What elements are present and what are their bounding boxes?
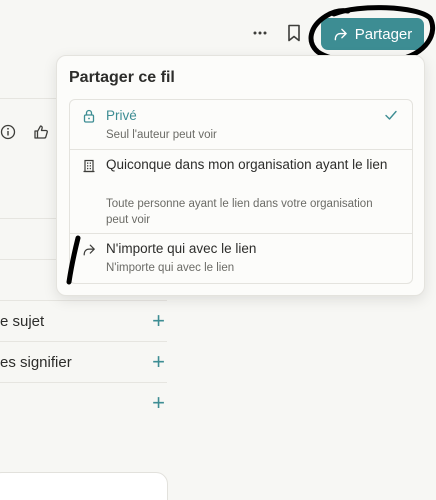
share-arrow-icon <box>334 28 347 40</box>
option-organization[interactable]: Quiconque dans mon organisation ayant le… <box>70 149 412 234</box>
divider <box>0 259 56 260</box>
bookmark-icon <box>288 24 300 42</box>
building-icon <box>83 159 95 173</box>
input-card[interactable] <box>0 472 168 500</box>
option-label: Quiconque dans mon organisation ayant le… <box>106 157 388 172</box>
check-icon <box>385 110 397 120</box>
page: Partager e sujet + es signifier + + Part… <box>0 0 436 500</box>
add-icon[interactable]: + <box>152 392 165 414</box>
share-arrow-icon <box>83 244 95 256</box>
topic-row[interactable]: es signifier + <box>0 342 167 382</box>
topic-row[interactable]: e sujet + <box>0 301 167 341</box>
add-icon[interactable]: + <box>152 310 165 332</box>
option-label: N'importe qui avec le lien <box>106 241 257 256</box>
share-button[interactable]: Partager <box>321 18 424 50</box>
info-icon[interactable] <box>0 124 16 140</box>
thumbs-up-icon[interactable] <box>33 124 49 140</box>
share-dropdown-title: Partager ce fil <box>69 69 175 86</box>
more-options-button[interactable] <box>249 22 271 44</box>
visibility-options: Privé Seul l'auteur peut voir Quiconque … <box>69 99 413 284</box>
option-private[interactable]: Privé Seul l'auteur peut voir <box>70 100 412 149</box>
divider <box>0 218 56 219</box>
bookmark-button[interactable] <box>287 24 305 44</box>
topic-row[interactable]: + <box>0 383 167 423</box>
lock-icon <box>83 109 95 123</box>
add-icon[interactable]: + <box>152 351 165 373</box>
divider <box>0 98 56 99</box>
topic-row-label: es signifier <box>0 353 72 371</box>
topic-row-label: e sujet <box>0 312 45 330</box>
option-description: Toute personne ayant le lien dans votre … <box>106 198 373 226</box>
option-label: Privé <box>106 108 137 123</box>
option-description: Seul l'auteur peut voir <box>106 129 217 141</box>
reaction-icons <box>0 124 49 140</box>
option-description: N'importe qui avec le lien <box>106 262 235 274</box>
more-dots-icon <box>253 31 267 35</box>
option-anyone-with-link[interactable]: N'importe qui avec le lien N'importe qui… <box>70 233 412 284</box>
share-button-label: Partager <box>354 25 413 43</box>
share-dropdown: Partager ce fil Privé Seul l'auteur peut… <box>56 55 425 296</box>
